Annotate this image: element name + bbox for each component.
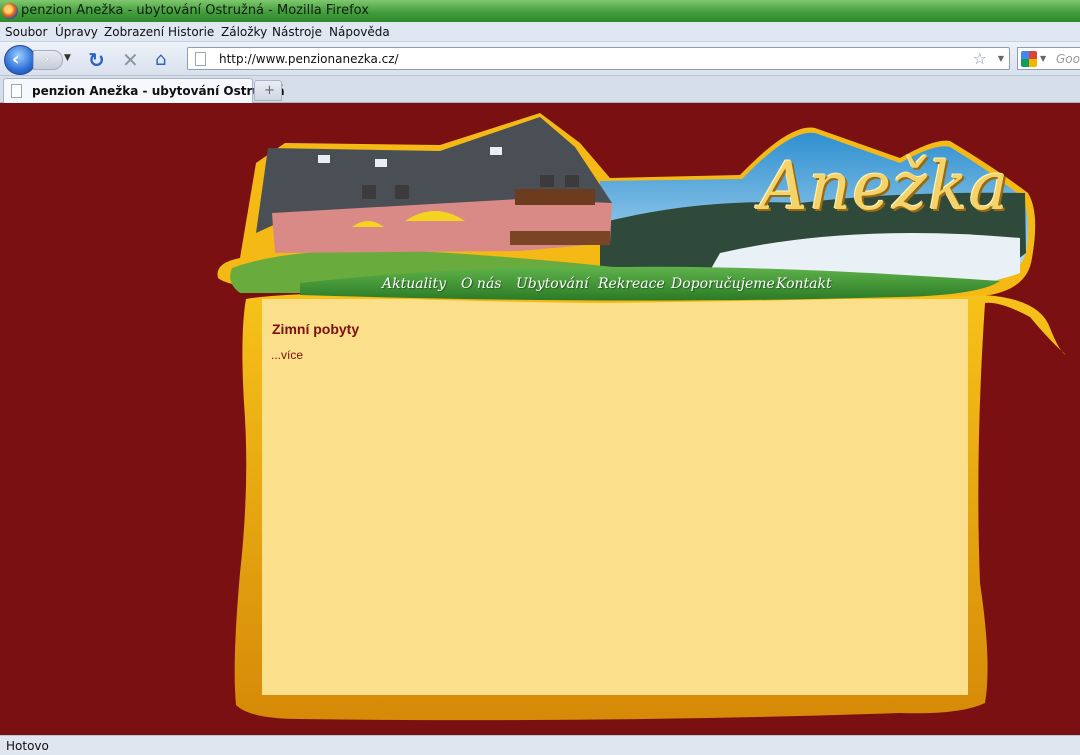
nav-ubytovani[interactable]: Ubytování xyxy=(516,276,588,292)
window-title-bar: penzion Anežka - ubytování Ostružná - Mo… xyxy=(0,0,1080,22)
stop-icon[interactable]: ✕ xyxy=(122,48,139,72)
tab-penzion-anezka[interactable]: penzion Anežka - ubytování Ostružná xyxy=(3,78,285,103)
home-icon[interactable]: ⌂ xyxy=(155,49,166,70)
tab-label: penzion Anežka - ubytování Ostružná xyxy=(32,84,285,98)
back-button[interactable]: ‹ xyxy=(4,45,36,75)
bookmark-star-icon[interactable]: ☆ xyxy=(973,49,987,68)
content-title: Zimní pobyty xyxy=(272,321,360,337)
nav-kontakt[interactable]: Kontakt xyxy=(776,276,832,292)
nav-o-nas[interactable]: O nás xyxy=(461,276,501,292)
address-input[interactable]: http://www.penzionanezka.cz/ xyxy=(219,52,399,66)
firefox-icon xyxy=(2,3,18,19)
address-bar[interactable]: http://www.penzionanezka.cz/ ☆ ▼ xyxy=(187,47,1010,70)
status-text: Hotovo xyxy=(6,739,49,753)
content-panel xyxy=(262,299,968,695)
menu-zobrazeni[interactable]: Zobrazení xyxy=(104,25,164,39)
window-title: penzion Anežka - ubytování Ostružná - Mo… xyxy=(21,3,369,18)
nav-rekreace[interactable]: Rekreace xyxy=(598,276,665,292)
back-arrow-icon: ‹ xyxy=(12,49,20,70)
forward-button[interactable]: › xyxy=(33,50,63,70)
history-dropdown-icon[interactable]: ▼ xyxy=(64,53,71,63)
new-tab-button[interactable]: + xyxy=(254,80,282,101)
search-input[interactable]: Google xyxy=(1056,52,1080,66)
navigation-toolbar: ‹ › ▼ ↻ ✕ ⌂ http://www.penzionanezka.cz/… xyxy=(0,42,1080,76)
nav-doporucujeme[interactable]: Doporučujeme xyxy=(671,276,775,292)
status-bar: Hotovo xyxy=(0,735,1080,755)
menu-soubor[interactable]: Soubor xyxy=(5,25,47,39)
google-icon[interactable] xyxy=(1021,51,1037,67)
page-icon xyxy=(11,84,22,98)
menu-zalozky[interactable]: Záložky xyxy=(221,25,267,39)
menu-napoveda[interactable]: Nápověda xyxy=(329,25,390,39)
search-box[interactable]: ▼ Google xyxy=(1017,47,1080,70)
reload-icon[interactable]: ↻ xyxy=(88,48,105,72)
search-engine-dropdown-icon[interactable]: ▼ xyxy=(1040,54,1046,63)
menu-nastroje[interactable]: Nástroje xyxy=(272,25,322,39)
more-link[interactable]: ...více xyxy=(271,348,303,362)
tab-bar: penzion Anežka - ubytování Ostružná + xyxy=(0,76,1080,103)
forward-arrow-icon: › xyxy=(44,52,50,67)
page-icon xyxy=(195,52,206,66)
url-dropdown-icon[interactable]: ▼ xyxy=(998,54,1004,63)
web-page: Anežka Aktuality O nás Ubytování Rekreac… xyxy=(0,103,1080,735)
nav-aktuality[interactable]: Aktuality xyxy=(382,276,446,292)
menu-bar: Soubor Úpravy Zobrazení Historie Záložky… xyxy=(0,22,1080,42)
menu-historie[interactable]: Historie xyxy=(168,25,214,39)
site-logo[interactable]: Anežka xyxy=(760,148,1009,225)
menu-upravy[interactable]: Úpravy xyxy=(55,25,98,39)
plus-icon: + xyxy=(264,83,275,98)
